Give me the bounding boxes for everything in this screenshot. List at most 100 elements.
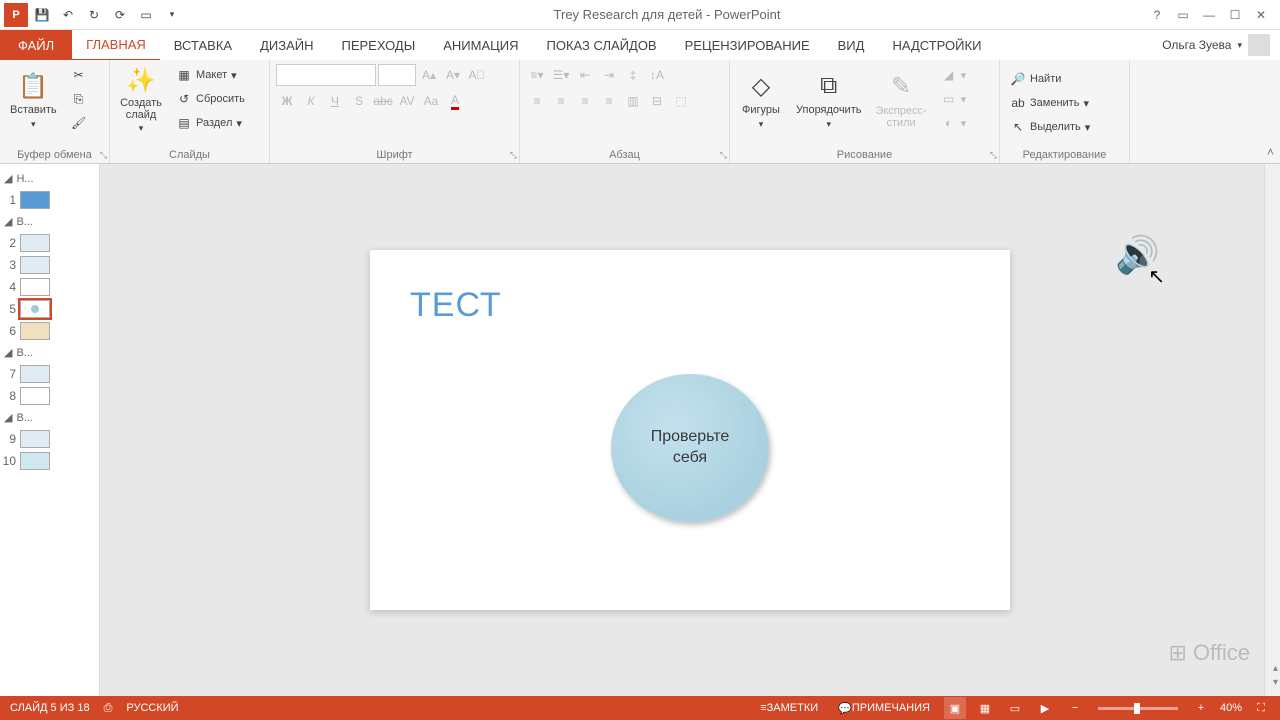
slide-canvas[interactable]: ТЕСТ Проверьте себя [370,250,1010,610]
tab-file[interactable]: ФАЙЛ [0,30,72,60]
dialog-launcher-icon[interactable]: ⤡ [720,150,727,161]
format-painter-button[interactable]: 🖌 [67,112,91,134]
reading-view-icon[interactable]: ▭ [1004,697,1026,719]
tab-addins[interactable]: НАДСТРОЙКИ [878,30,995,60]
slide-thumb[interactable] [20,387,50,405]
slide-thumb[interactable] [20,256,50,274]
section-header[interactable]: ◢В... [2,342,97,363]
bold-icon[interactable]: Ж [276,90,298,112]
minimize-icon[interactable]: — [1198,4,1220,26]
clear-format-icon[interactable]: A⃠ [466,64,488,86]
notes-button[interactable]: ≡ ЗАМЕТКИ [754,696,824,720]
collapse-ribbon-icon[interactable]: ˄ [1267,145,1274,159]
undo-icon[interactable]: ↶ [56,3,80,27]
char-spacing-icon[interactable]: AV [396,90,418,112]
italic-icon[interactable]: К [300,90,322,112]
language-indicator[interactable]: РУССКИЙ [126,702,178,714]
prev-slide-icon[interactable]: ▴ [1273,663,1278,674]
start-from-beginning-icon[interactable]: ▭ [134,3,158,27]
font-size-input[interactable] [378,64,416,86]
slide-thumb[interactable] [20,452,50,470]
redo-icon[interactable]: ↻ [82,3,106,27]
user-area[interactable]: Ольга Зуева ▾ [1162,30,1280,60]
slide-thumb[interactable] [20,430,50,448]
replace-button[interactable]: abЗаменить ▾ [1006,92,1123,114]
copy-button[interactable]: ⎘ [67,88,91,110]
tab-design[interactable]: ДИЗАЙН [246,30,327,60]
slide-thumb[interactable] [20,278,50,296]
help-icon[interactable]: ? [1146,4,1168,26]
zoom-slider[interactable] [1098,707,1178,710]
slide-thumb[interactable] [20,191,50,209]
maximize-icon[interactable]: ☐ [1224,4,1246,26]
strike-icon[interactable]: abc [372,90,394,112]
reset-button[interactable]: ↺Сбросить [172,88,249,110]
slide-canvas-area[interactable]: ТЕСТ Проверьте себя 🔊 ↖ ⊞Office ▴ ▾ [100,164,1280,696]
tab-animations[interactable]: АНИМАЦИЯ [429,30,532,60]
section-button[interactable]: ▤Раздел ▾ [172,112,249,134]
slide-counter[interactable]: СЛАЙД 5 ИЗ 18 [10,702,90,714]
shapes-button[interactable]: ◇ Фигуры▾ [736,64,786,136]
shape-effects-button[interactable]: ◐▾ [937,112,971,134]
slide-thumb[interactable] [20,322,50,340]
tab-view[interactable]: ВИД [824,30,879,60]
numbering-icon[interactable]: ☰▾ [550,64,572,86]
quick-styles-button[interactable]: ✎ Экспресс- стили [871,64,930,136]
comments-button[interactable]: 💬 ПРИМЕЧАНИЯ [832,696,936,720]
section-header[interactable]: ◢Н... [2,168,97,189]
next-slide-icon[interactable]: ▾ [1273,677,1278,688]
new-slide-button[interactable]: ✨ Создать слайд ▾ [116,64,166,136]
zoom-level[interactable]: 40% [1220,702,1242,714]
shape-outline-button[interactable]: ▭▾ [937,88,971,110]
tab-home[interactable]: ГЛАВНАЯ [72,30,160,61]
app-icon[interactable]: P [4,3,28,27]
slide-thumbnails-panel[interactable]: ◢Н... 1 ◢В... 2 3 4 5 6 ◢В... 7 8 ◢В... … [0,164,100,696]
zoom-out-icon[interactable]: − [1064,697,1086,719]
dialog-launcher-icon[interactable]: ⤡ [100,150,107,161]
bullets-icon[interactable]: ≡▾ [526,64,548,86]
select-button[interactable]: ↖Выделить ▾ [1006,116,1123,138]
repeat-icon[interactable]: ⟳ [108,3,132,27]
cut-button[interactable]: ✂ [67,64,91,86]
tab-transitions[interactable]: ПЕРЕХОДЫ [328,30,430,60]
increase-indent-icon[interactable]: ⇥ [598,64,620,86]
align-left-icon[interactable]: ≡ [526,90,548,112]
spell-check-icon[interactable]: ⎙ [104,702,113,715]
shape-fill-button[interactable]: ◢▾ [937,64,971,86]
section-header[interactable]: ◢В... [2,211,97,232]
align-center-icon[interactable]: ≡ [550,90,572,112]
slide-thumb[interactable] [20,300,50,318]
text-direction-icon[interactable]: ↕A [646,64,668,86]
slide-title-text[interactable]: ТЕСТ [410,286,502,325]
normal-view-icon[interactable]: ▣ [944,697,966,719]
slide-thumb[interactable] [20,234,50,252]
shadow-icon[interactable]: S [348,90,370,112]
increase-font-icon[interactable]: A▴ [418,64,440,86]
dialog-launcher-icon[interactable]: ⤡ [510,150,517,161]
tab-slideshow[interactable]: ПОКАЗ СЛАЙДОВ [533,30,671,60]
slide-circle-shape[interactable]: Проверьте себя [611,374,769,522]
decrease-font-icon[interactable]: A▾ [442,64,464,86]
decrease-indent-icon[interactable]: ⇤ [574,64,596,86]
section-header[interactable]: ◢В... [2,407,97,428]
vertical-scrollbar[interactable] [1264,164,1280,696]
paste-button[interactable]: 📋 Вставить ▾ [6,64,61,136]
arrange-button[interactable]: ⧉ Упорядочить▾ [792,64,865,136]
align-text-icon[interactable]: ⊟ [646,90,668,112]
slide-thumb[interactable] [20,365,50,383]
close-icon[interactable]: ✕ [1250,4,1272,26]
slide-sorter-icon[interactable]: ▦ [974,697,996,719]
underline-icon[interactable]: Ч [324,90,346,112]
layout-button[interactable]: ▦Макет ▾ [172,64,249,86]
find-button[interactable]: 🔎Найти [1006,68,1123,90]
slideshow-view-icon[interactable]: ▶ [1034,697,1056,719]
smartart-icon[interactable]: ⬚ [670,90,692,112]
justify-icon[interactable]: ≡ [598,90,620,112]
tab-insert[interactable]: ВСТАВКА [160,30,246,60]
qat-customize-icon[interactable]: ▾ [160,3,184,27]
font-color-icon[interactable]: A [444,90,466,112]
font-family-input[interactable] [276,64,376,86]
zoom-in-icon[interactable]: + [1190,697,1212,719]
align-right-icon[interactable]: ≡ [574,90,596,112]
avatar[interactable] [1248,34,1270,56]
